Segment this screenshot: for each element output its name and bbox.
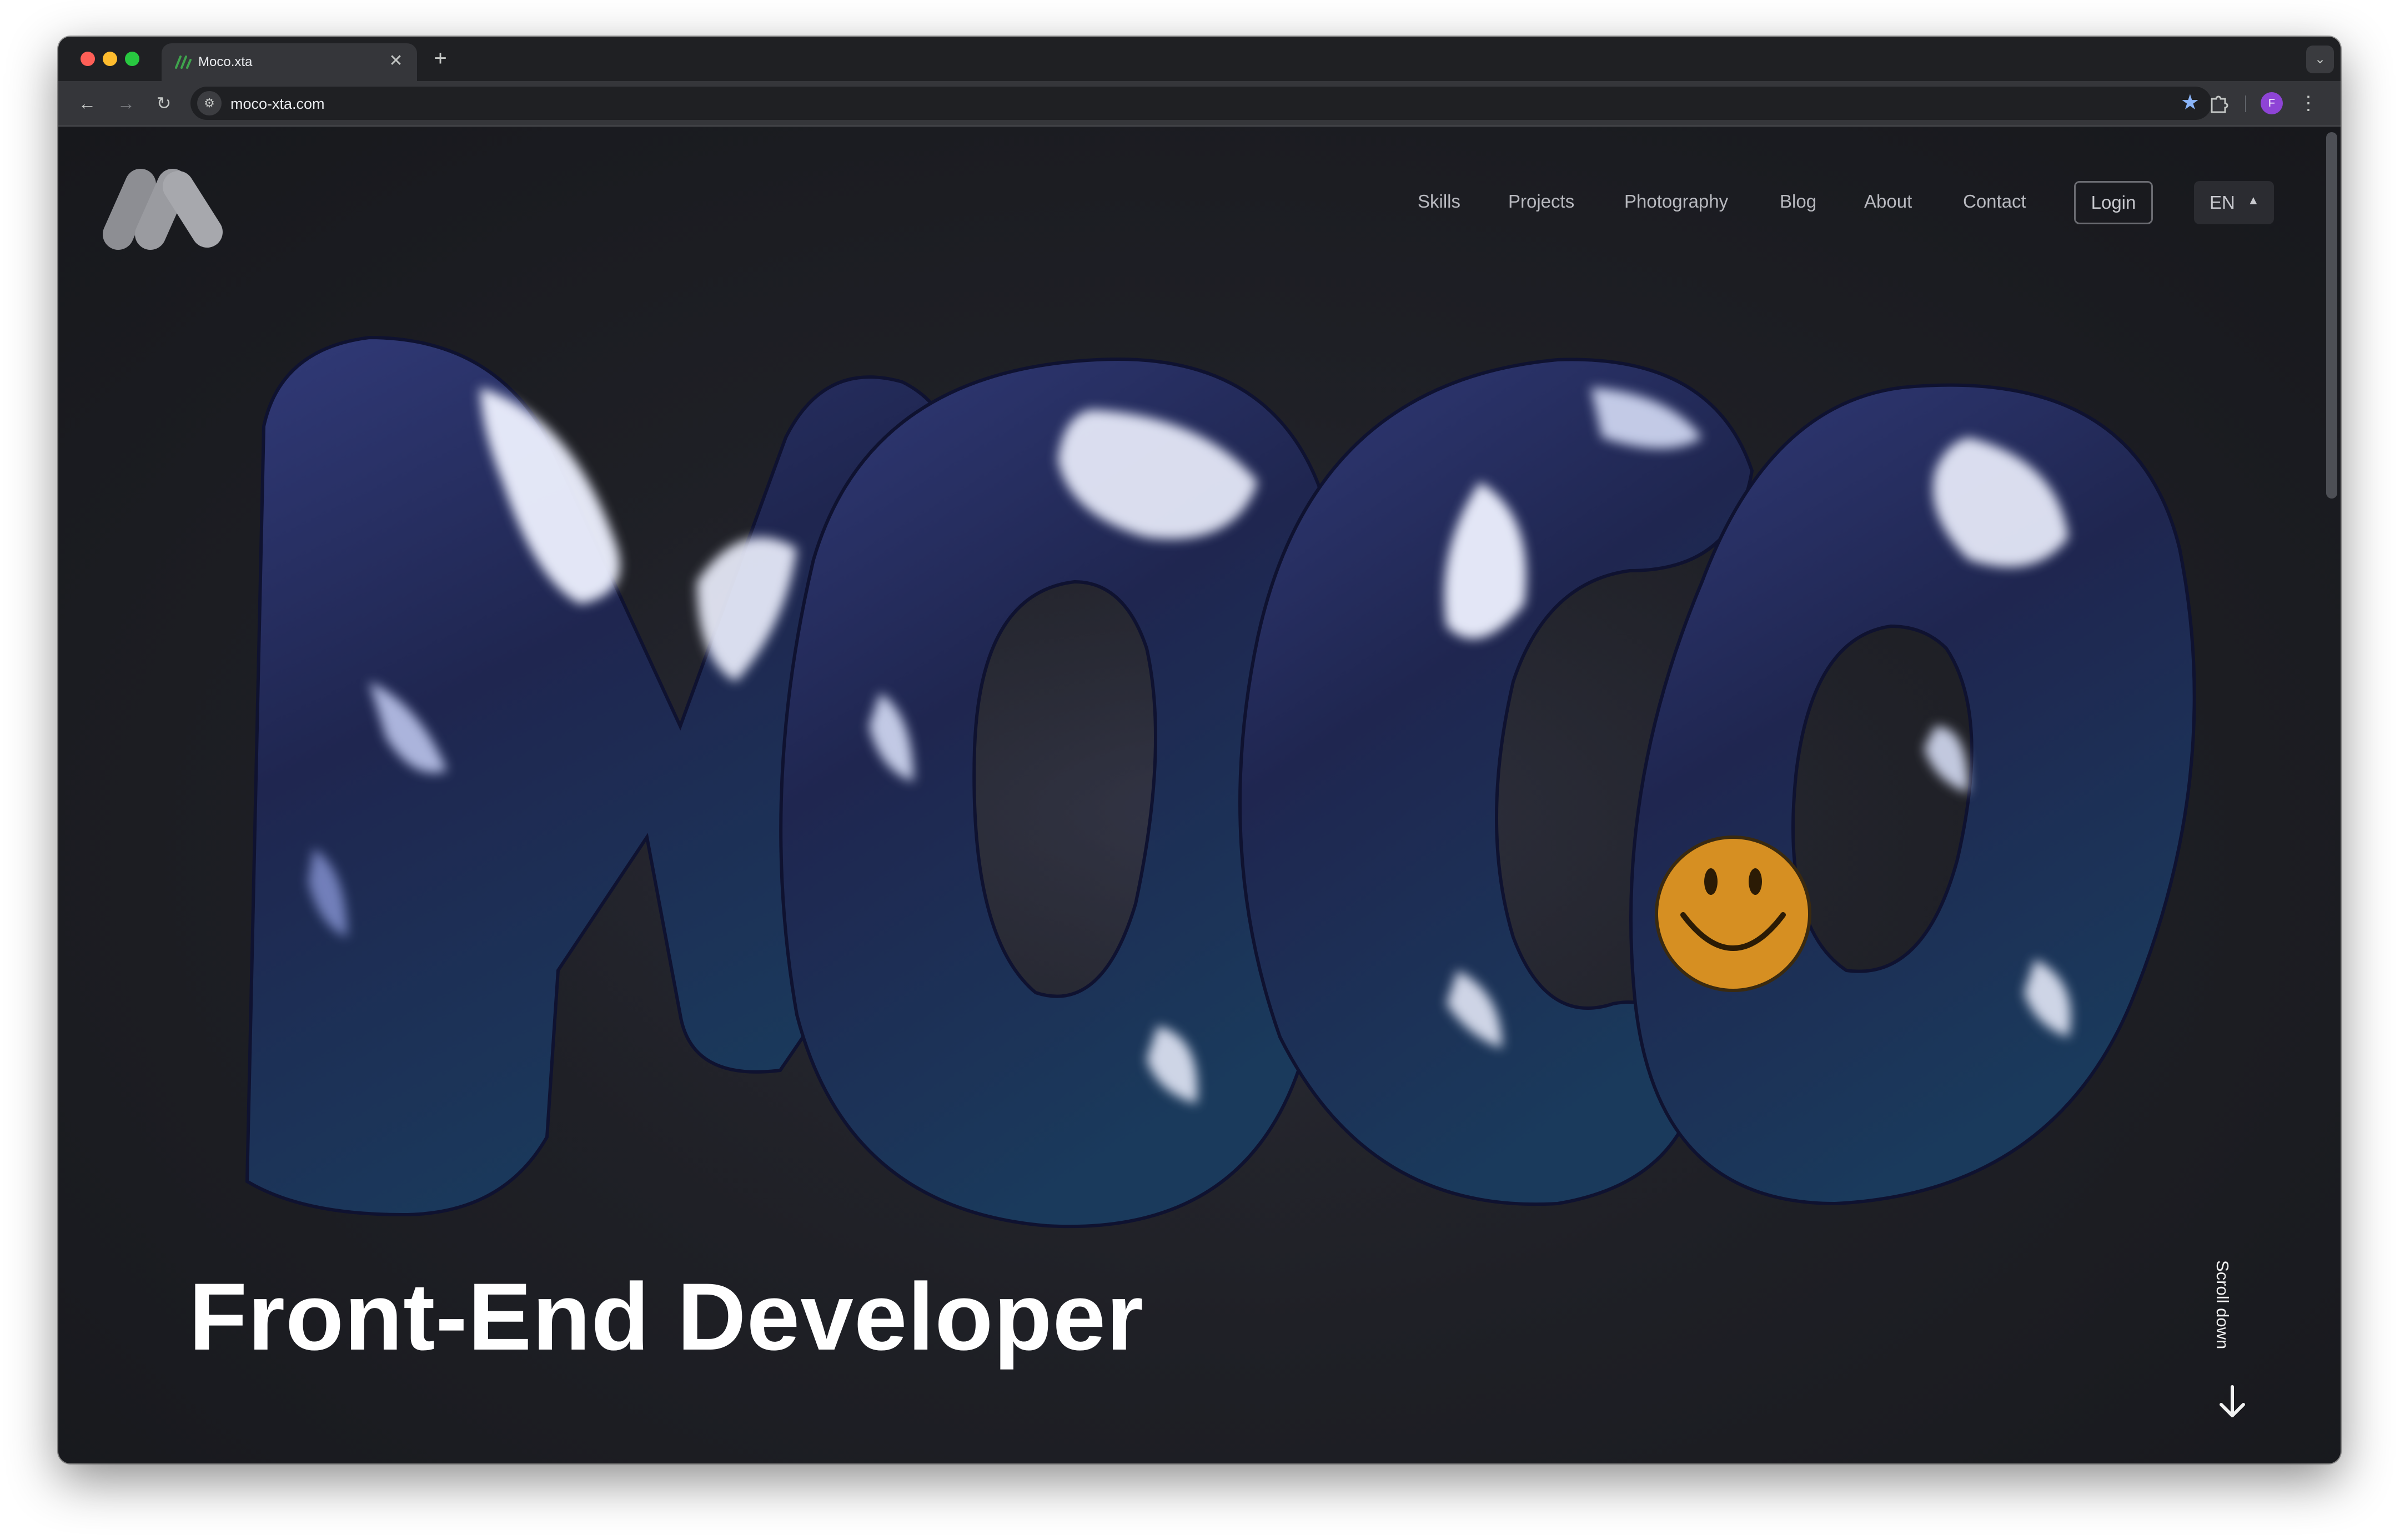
toolbar-divider: [2245, 95, 2246, 112]
nav-link-contact[interactable]: Contact: [1963, 191, 2026, 212]
login-button[interactable]: Login: [2074, 181, 2153, 224]
nav-link-photography[interactable]: Photography: [1624, 191, 1728, 212]
tab-search-button[interactable]: ⌄: [2306, 46, 2334, 73]
nav-link-about[interactable]: About: [1864, 191, 1912, 212]
minimize-window-button[interactable]: [103, 52, 117, 66]
site-info-icon[interactable]: ⚙: [197, 91, 222, 115]
hero-headline: Front-End Developer: [189, 1264, 1144, 1370]
nav-link-projects[interactable]: Projects: [1508, 191, 1574, 212]
scroll-down-label: Scroll down: [2213, 1260, 2232, 1350]
page-scrollbar[interactable]: [2326, 132, 2337, 499]
browser-menu-icon[interactable]: ⋮: [2297, 90, 2319, 117]
web-page: Skills Projects Photography Blog About C…: [58, 127, 2341, 1463]
caret-up-icon: ▲: [2247, 193, 2260, 207]
tab-strip: Moco.xta ✕ + ⌄: [58, 37, 2341, 81]
forward-button[interactable]: →: [114, 91, 138, 115]
moco-m-logo[interactable]: [102, 167, 227, 250]
browser-tab[interactable]: Moco.xta ✕: [162, 43, 417, 81]
scroll-down-indicator[interactable]: Scroll down: [2210, 1254, 2255, 1420]
reload-button[interactable]: ↻: [152, 91, 176, 115]
new-tab-button[interactable]: +: [428, 47, 453, 71]
nav-link-blog[interactable]: Blog: [1780, 191, 1816, 212]
tab-title: Moco.xta: [198, 54, 253, 69]
browser-toolbar: ← → ↻ ⚙ moco-xta.com ★ F ⋮: [58, 81, 2341, 127]
language-label: EN: [2210, 192, 2235, 213]
address-bar[interactable]: ⚙ moco-xta.com ★: [190, 87, 2212, 120]
bookmark-star-icon[interactable]: ★: [2181, 90, 2200, 115]
back-button[interactable]: ←: [75, 91, 99, 115]
smiley-face-icon: [1655, 836, 1811, 992]
close-tab-icon[interactable]: ✕: [386, 51, 406, 71]
browser-window: Moco.xta ✕ + ⌄ ← → ↻ ⚙ moco-xta.com ★ F …: [58, 37, 2341, 1463]
arrow-down-icon: [2220, 1385, 2245, 1417]
url-text[interactable]: moco-xta.com: [230, 95, 325, 113]
nav-link-skills[interactable]: Skills: [1418, 191, 1460, 212]
close-window-button[interactable]: [81, 52, 95, 66]
puzzle-icon[interactable]: [2206, 91, 2231, 115]
language-selector[interactable]: EN ▲: [2194, 181, 2274, 224]
zoom-window-button[interactable]: [125, 52, 139, 66]
moco-favicon-icon: [175, 56, 192, 69]
profile-avatar[interactable]: F: [2261, 92, 2283, 114]
